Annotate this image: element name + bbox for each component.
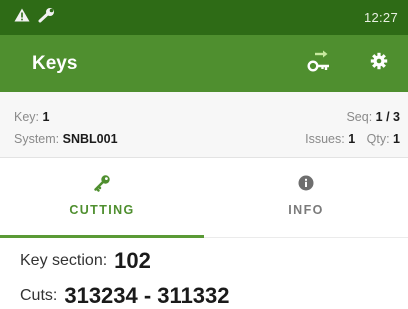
status-icons xyxy=(14,7,56,28)
wrench-icon xyxy=(38,7,56,28)
tab-info-label: INFO xyxy=(288,203,324,217)
tab-info[interactable]: INFO xyxy=(204,158,408,237)
key-section-value: 102 xyxy=(114,247,151,273)
issues-label: Issues: xyxy=(305,132,345,146)
issues-qty-info: Issues: 1 Qty: 1 xyxy=(305,132,400,146)
status-bar: 12:27 xyxy=(0,0,408,35)
key-transfer-button[interactable] xyxy=(304,49,334,79)
key-value: 1 xyxy=(42,110,50,124)
seq-value: 1 / 3 xyxy=(375,110,400,124)
page-title: Keys xyxy=(32,52,78,74)
key-icon xyxy=(93,173,111,193)
app-actions xyxy=(304,49,394,79)
qty-label: Qty: xyxy=(366,132,390,146)
warning-icon xyxy=(14,8,30,27)
cuts-label: Cuts: xyxy=(20,286,58,304)
seq-label: Seq: xyxy=(346,110,373,124)
settings-button[interactable] xyxy=(364,49,394,79)
settings-gear-icon xyxy=(370,52,388,75)
cutting-details: Key section: 102 Cuts: 313234 - 311332 xyxy=(0,238,408,308)
issues-info: Issues: 1 xyxy=(305,132,355,146)
system-label: System: xyxy=(14,132,60,146)
status-time: 12:27 xyxy=(363,10,398,25)
key-info-panel: Key: 1 Seq: 1 / 3 System: SNBL001 Issues… xyxy=(0,92,408,158)
issues-value: 1 xyxy=(348,132,356,146)
app-bar: Keys xyxy=(0,35,408,92)
key-transfer-icon xyxy=(306,48,332,79)
system-info: System: SNBL001 xyxy=(14,132,118,146)
key-section-row: Key section: 102 xyxy=(20,238,408,273)
key-info: Key: 1 xyxy=(14,110,49,124)
key-section-label: Key section: xyxy=(20,251,108,269)
qty-value: 1 xyxy=(393,132,400,146)
seq-info: Seq: 1 / 3 xyxy=(346,110,400,124)
info-icon xyxy=(298,173,314,193)
info-row-key: Key: 1 Seq: 1 / 3 xyxy=(14,106,400,128)
cuts-value: 313234 - 311332 xyxy=(64,282,230,308)
tab-cutting-label: CUTTING xyxy=(69,203,135,217)
system-value: SNBL001 xyxy=(62,132,118,146)
tab-cutting[interactable]: CUTTING xyxy=(0,158,204,238)
key-label: Key: xyxy=(14,110,40,124)
info-row-system: System: SNBL001 Issues: 1 Qty: 1 xyxy=(14,128,400,150)
qty-info: Qty: 1 xyxy=(367,132,400,146)
cuts-row: Cuts: 313234 - 311332 xyxy=(20,273,408,308)
tab-bar: CUTTING INFO xyxy=(0,158,408,238)
